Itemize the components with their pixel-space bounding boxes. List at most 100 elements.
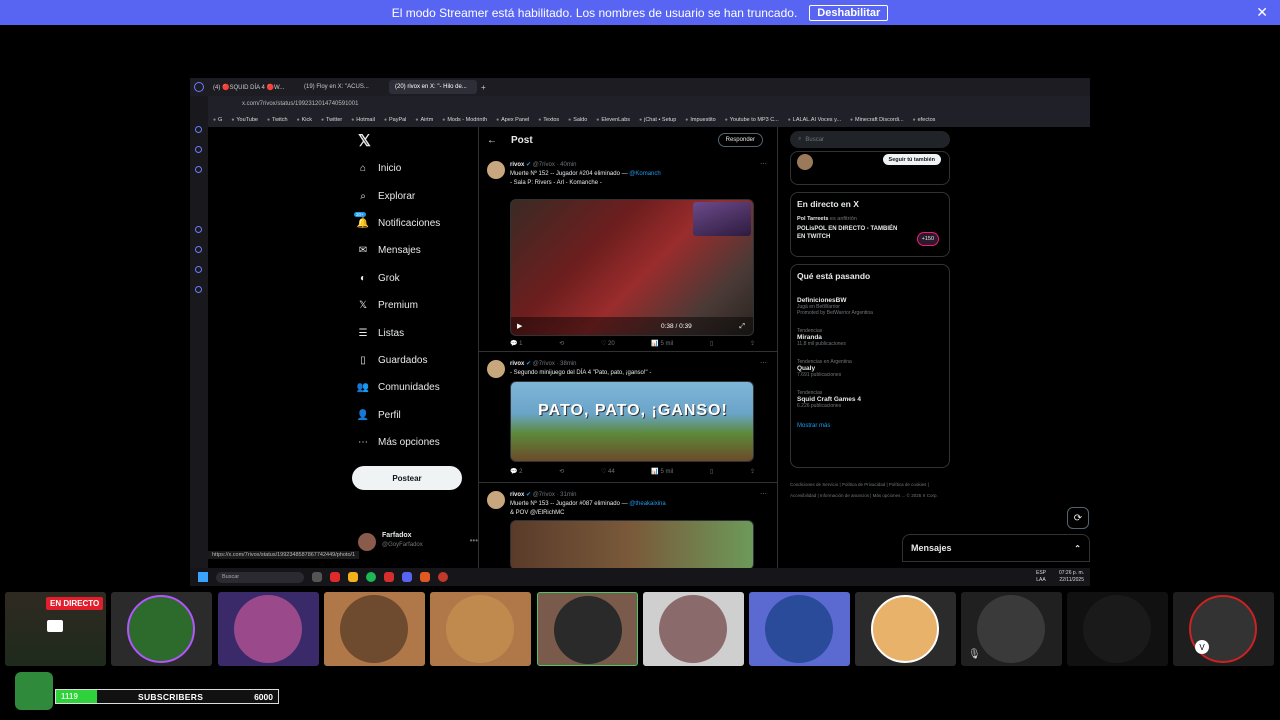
bookmark[interactable]: Twitter [321, 117, 342, 123]
nav-guardados[interactable]: ▯ Guardados [356, 347, 486, 374]
bookmark-action[interactable]: ▯ [710, 340, 713, 347]
tweet[interactable]: rivox ✔ @7rivox · 40min ⋯ Muerte Nº 152 … [479, 153, 777, 352]
bookmark[interactable]: ElevenLabs [596, 117, 630, 123]
bookmark[interactable]: Youtube to MP3 C... [725, 117, 779, 123]
reply-action[interactable]: 💬 1 [510, 340, 522, 347]
more-icon[interactable]: ⋯ [760, 359, 767, 367]
folder-icon[interactable] [348, 572, 358, 582]
taskbar-search[interactable]: Buscar [216, 571, 304, 583]
views-action[interactable]: 📊 5 mil [651, 468, 673, 475]
tweet[interactable]: rivox ✔ @7rivox · 38min ⋯ - Segundo mini… [479, 352, 777, 483]
nav-inicio[interactable]: ⌂ Inicio [356, 155, 486, 182]
address-bar[interactable]: x.com/7rivox/status/1992312014740591001 [208, 96, 1090, 112]
sidebar-app-icon[interactable] [195, 146, 202, 153]
account-switcher[interactable]: Farfadox @GoyFarfadox ••• [358, 530, 478, 554]
app-icon[interactable] [384, 572, 394, 582]
participant-tile[interactable] [111, 592, 212, 666]
bookmark[interactable]: YouTube [231, 117, 258, 123]
app-icon[interactable] [330, 572, 340, 582]
nav-perfil[interactable]: 👤 Perfil [356, 402, 486, 429]
post-button[interactable]: Postear [352, 466, 462, 490]
clock[interactable]: 07:26 p. m. 22/11/2025 [1059, 570, 1084, 584]
new-tab-icon[interactable]: + [481, 83, 486, 92]
reply-button[interactable]: Responder [717, 133, 763, 147]
browser-tab[interactable]: (19) Floy en X: "ACUS... [298, 80, 386, 94]
retweet-action[interactable]: ⟲ [559, 468, 564, 475]
nav-notificaciones[interactable]: 🔔 Notificaciones 20+ [354, 210, 486, 237]
bookmark[interactable]: Airtm [415, 117, 433, 123]
retweet-action[interactable]: ⟲ [559, 340, 564, 347]
live-stream-title[interactable]: POLisPOL EN DIRECTO - TAMBIÉN EN TWITCH [797, 225, 907, 241]
nav-mas-opciones[interactable]: ⋯ Más opciones [356, 429, 486, 456]
share-action[interactable]: ⇪ [750, 340, 755, 347]
tweet[interactable]: rivox ✔ @7rivox · 31min ⋯ Muerte Nº 153 … [479, 483, 777, 568]
spotify-icon[interactable] [366, 572, 376, 582]
sidebar-app-icon[interactable] [195, 266, 202, 273]
participant-tile[interactable] [749, 592, 850, 666]
tweet-image[interactable] [510, 520, 754, 568]
more-icon[interactable]: ⋯ [760, 160, 767, 168]
show-more-link[interactable]: Mostrar más [797, 423, 943, 429]
nav-comunidades[interactable]: 👥 Comunidades [356, 374, 486, 401]
participant-tile[interactable] [855, 592, 956, 666]
trend-item[interactable]: Tendencias Miranda 11,8 mil publicacione… [797, 328, 943, 347]
like-action[interactable]: ♡ 20 [601, 340, 615, 347]
trend-item[interactable]: Tendencias Squid Craft Games 4 6.226 pub… [797, 390, 943, 409]
sidebar-app-icon[interactable] [195, 166, 202, 173]
bookmark[interactable]: PayPal [384, 117, 406, 123]
bookmark[interactable]: efectos [913, 117, 936, 123]
tweet-image[interactable]: PATO, PATO, ¡GANSO! [510, 381, 754, 462]
expand-icon[interactable]: ⌃ [1074, 544, 1081, 553]
app-icon[interactable] [438, 572, 448, 582]
bookmark[interactable]: Impuestito [685, 117, 715, 123]
bookmark[interactable]: Saldo [568, 117, 587, 123]
discord-icon[interactable] [402, 572, 412, 582]
sidebar-app-icon[interactable] [195, 246, 202, 253]
bookmark[interactable]: Kick [297, 117, 312, 123]
bookmark-action[interactable]: ▯ [710, 468, 713, 475]
participant-tile[interactable]: 🎙 [961, 592, 1062, 666]
follow-button[interactable]: Seguir tú también [882, 154, 941, 165]
bookmark[interactable]: Minecraft Discordi... [850, 117, 904, 123]
share-action[interactable]: ⇪ [750, 468, 755, 475]
nav-premium[interactable]: 𝕏 Premium [356, 292, 486, 319]
bookmark[interactable]: Apex Panel [496, 117, 529, 123]
participant-tile-speaking[interactable] [537, 592, 638, 666]
bookmark[interactable]: G [213, 117, 222, 123]
trend-item[interactable]: DefinicionesBW Jugá en BetWarrior Promot… [797, 297, 943, 316]
views-action[interactable]: 📊 5 mil [651, 340, 673, 347]
nav-mensajes[interactable]: ✉ Mensajes [356, 237, 486, 264]
app-icon[interactable] [420, 572, 430, 582]
footer-links[interactable]: Condiciones de Servicio | Política de Pr… [790, 479, 940, 501]
grok-icon[interactable]: ⟳ [1067, 507, 1089, 529]
mention-link[interactable]: @Komanch [629, 171, 660, 177]
mention-link[interactable]: @theakaixina [629, 501, 665, 507]
x-logo[interactable]: 𝕏 [356, 131, 486, 155]
like-action[interactable]: ♡ 44 [601, 468, 615, 475]
language-indicator[interactable]: ESP LAA [1036, 570, 1046, 584]
participant-tile[interactable] [1067, 592, 1168, 666]
sidebar-app-icon[interactable] [195, 126, 202, 133]
sidebar-app-icon[interactable] [195, 286, 202, 293]
disable-button[interactable]: Deshabilitar [809, 4, 889, 21]
nav-grok[interactable]: ◐ Grok [356, 265, 486, 292]
fullscreen-icon[interactable]: ⤢ [739, 323, 745, 331]
participant-tile[interactable] [324, 592, 425, 666]
windows-start-icon[interactable] [198, 572, 208, 582]
back-arrow-icon[interactable]: ← [487, 135, 497, 146]
video-player[interactable]: ▶ 0:38 / 0:39 ⤢ [510, 199, 754, 336]
browser-tab-active[interactable]: (20) rivox en X: "- Hilo de... [389, 80, 477, 94]
browser-tab[interactable]: (4) 🔴SQUID DÍA 4 🔴W... [207, 80, 295, 94]
bookmark[interactable]: jChat • Setup [639, 117, 676, 123]
participant-tile[interactable] [218, 592, 319, 666]
search-input[interactable]: ⌕ Buscar [790, 131, 950, 148]
close-icon[interactable]: ✕ [1256, 4, 1268, 21]
sidebar-app-icon[interactable] [195, 226, 202, 233]
more-icon[interactable]: ⋯ [760, 490, 767, 498]
bookmark[interactable]: Twitch [267, 117, 288, 123]
participant-tile[interactable] [430, 592, 531, 666]
participant-tile[interactable]: V [1173, 592, 1274, 666]
task-view-icon[interactable] [312, 572, 322, 582]
bookmark[interactable]: Hotmail [351, 117, 375, 123]
nav-explorar[interactable]: ⌕ Explorar [356, 182, 486, 209]
